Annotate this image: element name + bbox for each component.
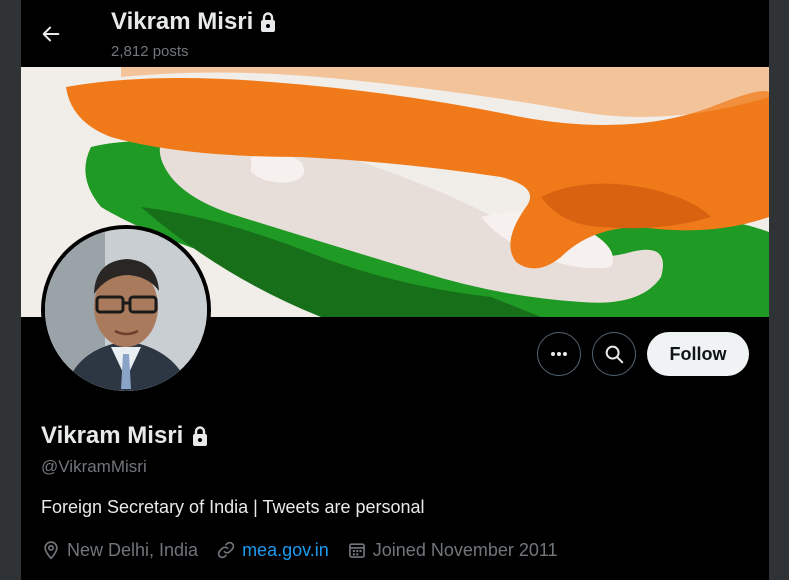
lock-icon — [193, 426, 208, 446]
location-text: New Delhi, India — [67, 539, 199, 560]
avatar-image — [45, 229, 207, 391]
location-item: New Delhi, India — [41, 540, 198, 561]
link-icon — [217, 541, 235, 559]
posts-count: 2,812 posts — [111, 43, 189, 60]
search-icon — [605, 345, 624, 364]
follow-button[interactable]: Follow — [647, 332, 749, 376]
arrow-left-icon — [42, 26, 60, 42]
more-dots-icon — [551, 352, 567, 356]
profile-meta: New Delhi, India mea.gov.in Joined Novem… — [41, 538, 576, 562]
search-button[interactable] — [592, 332, 636, 376]
lock-icon — [261, 12, 276, 32]
avatar[interactable] — [41, 225, 211, 395]
joined-item: Joined November 2011 — [347, 540, 558, 561]
profile-panel: Vikram Misri 2,812 posts Follow Vikram M… — [21, 0, 769, 580]
calendar-icon — [348, 543, 365, 558]
more-button[interactable] — [537, 332, 581, 376]
profile-header: Vikram Misri 2,812 posts — [21, 0, 769, 67]
profile-handle: @VikramMisri — [41, 457, 147, 476]
header-name: Vikram Misri — [111, 8, 254, 35]
display-name: Vikram Misri — [41, 422, 184, 449]
website-link[interactable]: mea.gov.in — [242, 540, 329, 561]
profile-name: Vikram Misri — [41, 422, 209, 450]
website-item[interactable]: mea.gov.in — [216, 540, 329, 561]
location-pin-icon — [44, 541, 58, 560]
profile-bio: Foreign Secretary of India | Tweets are … — [41, 497, 425, 517]
back-button[interactable] — [31, 14, 71, 54]
header-title: Vikram Misri — [111, 8, 277, 36]
joined-text: Joined November 2011 — [372, 539, 558, 560]
